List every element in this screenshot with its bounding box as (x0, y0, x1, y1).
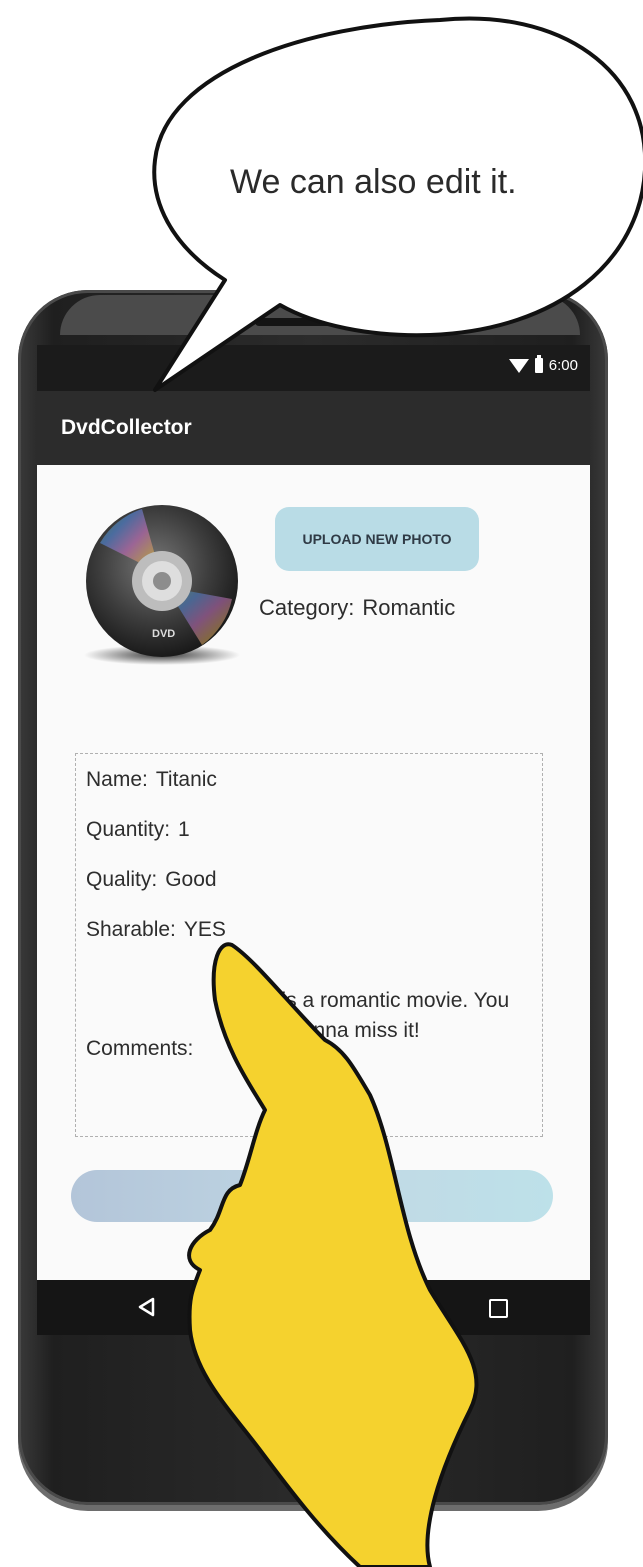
quantity-label: Quantity: (86, 818, 171, 841)
dvd-disc-icon: DVD (84, 505, 240, 665)
quality-label: Quality: (86, 868, 158, 891)
app-title: DvdCollector (61, 416, 192, 439)
category-value: Romantic (362, 595, 456, 620)
name-value: Titanic (155, 768, 217, 791)
back-icon[interactable] (137, 1297, 157, 1317)
sharable-label: Sharable: (86, 918, 176, 941)
category: Category: Romantic (259, 595, 455, 621)
name-row: Name: Titanic (86, 768, 217, 792)
pointing-hand (187, 942, 479, 1567)
app-bar: DvdCollector (37, 391, 590, 465)
speech-bubble-text: We can also edit it. (230, 163, 517, 201)
upload-new-photo-button[interactable]: UPLOAD NEW PHOTO (275, 507, 479, 571)
dvd-logo: DVD (152, 628, 175, 640)
name-label: Name: (86, 768, 148, 791)
category-label: Category: (259, 595, 355, 620)
